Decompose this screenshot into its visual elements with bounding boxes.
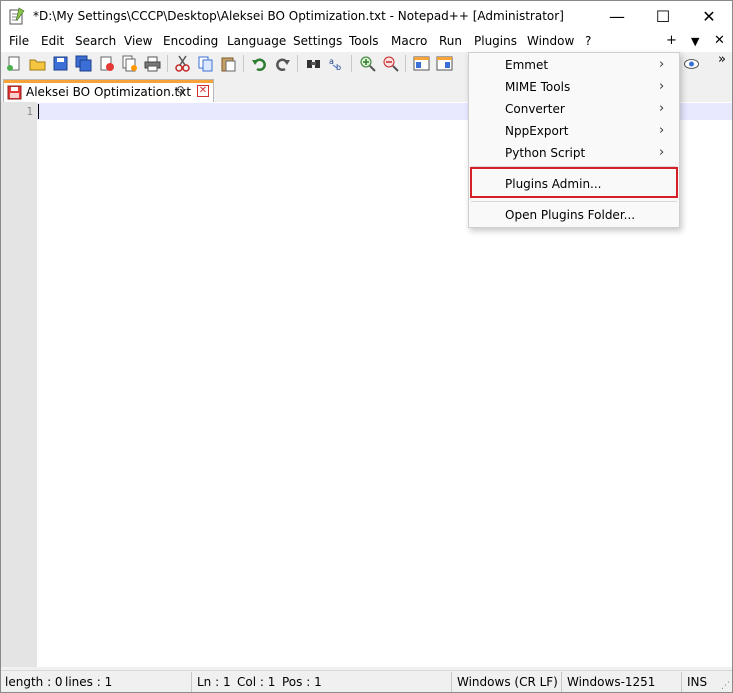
close-icon: ✕ <box>702 7 716 26</box>
eye-icon[interactable] <box>683 55 700 72</box>
menu-item-label: Python Script <box>505 146 586 160</box>
close-button[interactable]: ✕ <box>686 1 732 32</box>
toolbar-separator <box>243 55 244 72</box>
status-insert-mode[interactable]: INS <box>687 675 707 689</box>
redo-icon[interactable] <box>274 55 291 72</box>
open-file-icon[interactable] <box>29 55 46 72</box>
new-tab-plus-icon[interactable]: + <box>666 33 677 48</box>
text-caret <box>38 104 39 119</box>
zoom-out-icon[interactable] <box>382 55 399 72</box>
submenu-arrow-icon: › <box>659 145 665 160</box>
menu-search[interactable]: Search <box>74 34 117 48</box>
cut-icon[interactable] <box>174 55 191 72</box>
print-icon[interactable] <box>144 55 161 72</box>
status-lines: lines : 1 <box>65 675 113 689</box>
plugins-menu-mime-tools[interactable]: MIME Tools › <box>469 76 679 98</box>
submenu-arrow-icon: › <box>659 123 665 138</box>
maximize-icon: ☐ <box>655 7 671 26</box>
active-tab-accent <box>4 80 213 83</box>
notepadpp-window: *D:\My Settings\CCCP\Desktop\Aleksei BO … <box>0 0 733 693</box>
minimize-button[interactable]: — <box>594 1 640 32</box>
replace-icon[interactable]: ab <box>328 55 345 72</box>
menu-encoding[interactable]: Encoding <box>162 34 219 48</box>
tab-label: Aleksei BO Optimization.txt <box>26 85 192 99</box>
menu-item-label: Emmet <box>505 58 549 72</box>
save-all-icon[interactable] <box>75 55 92 72</box>
plugins-menu-dropdown: Emmet › MIME Tools › Converter › NppExpo… <box>468 52 680 228</box>
maximize-button[interactable]: ☐ <box>640 1 686 32</box>
menu-file[interactable]: File <box>8 34 30 48</box>
menu-window[interactable]: Window <box>526 34 575 48</box>
plugins-menu-nppexport[interactable]: NppExport › <box>469 120 679 142</box>
menu-item-label: Converter <box>505 102 565 116</box>
plugins-menu-converter[interactable]: Converter › <box>469 98 679 120</box>
toolbar-overflow-icon[interactable]: » <box>718 52 726 67</box>
menu-item-label: Open Plugins Folder... <box>505 208 636 222</box>
status-ln: Ln : 1 <box>197 675 231 689</box>
menu-tools[interactable]: Tools <box>348 34 380 48</box>
menu-item-label: MIME Tools <box>505 80 571 94</box>
line-number-gutter: 1 <box>1 102 37 667</box>
menu-settings[interactable]: Settings <box>292 34 343 48</box>
new-file-icon[interactable] <box>6 55 23 72</box>
close-file-icon[interactable] <box>98 55 115 72</box>
plugins-menu-open-plugins-folder[interactable]: Open Plugins Folder... <box>469 204 679 226</box>
menu-macro[interactable]: Macro <box>390 34 428 48</box>
unsaved-file-icon <box>7 85 22 100</box>
status-separator <box>451 672 452 692</box>
menu-view[interactable]: View <box>123 34 153 48</box>
submenu-arrow-icon: › <box>659 101 665 116</box>
sync-vertical-icon[interactable] <box>413 55 430 72</box>
menu-separator <box>471 201 677 202</box>
tab-close-icon[interactable]: ✕ <box>197 85 209 97</box>
menu-language[interactable]: Language <box>226 34 287 48</box>
status-pos: Pos : 1 <box>282 675 322 689</box>
status-col: Col : 1 <box>237 675 276 689</box>
save-icon[interactable] <box>52 55 69 72</box>
menu-bar: File Edit Search View Encoding Language … <box>1 32 732 52</box>
close-doc-icon[interactable]: ✕ <box>714 33 725 48</box>
notepad-app-icon <box>9 7 25 25</box>
status-separator <box>191 672 192 692</box>
toolbar-separator <box>297 55 298 72</box>
plugins-menu-plugins-admin[interactable]: Plugins Admin... <box>469 173 679 195</box>
tab-list-arrow-icon[interactable]: ▼ <box>691 35 699 48</box>
paste-icon[interactable] <box>220 55 237 72</box>
svg-text:a: a <box>329 57 334 66</box>
zoom-in-icon[interactable] <box>359 55 376 72</box>
menu-edit[interactable]: Edit <box>40 34 65 48</box>
toolbar-separator <box>351 55 352 72</box>
plugins-menu-emmet[interactable]: Emmet › <box>469 54 679 76</box>
submenu-arrow-icon: › <box>659 79 665 94</box>
status-bar: length : 0 lines : 1 Ln : 1 Col : 1 Pos … <box>1 670 732 692</box>
sync-horizontal-icon[interactable] <box>436 55 453 72</box>
status-length: length : 0 <box>5 675 63 689</box>
menu-help[interactable]: ? <box>584 34 592 48</box>
line-number: 1 <box>26 105 33 118</box>
minimize-icon: — <box>609 7 625 26</box>
window-title: *D:\My Settings\CCCP\Desktop\Aleksei BO … <box>33 9 564 23</box>
status-separator <box>681 672 682 692</box>
plugins-menu-python-script[interactable]: Python Script › <box>469 142 679 164</box>
close-all-icon[interactable] <box>121 55 138 72</box>
submenu-arrow-icon: › <box>659 57 665 72</box>
menu-plugins[interactable]: Plugins <box>473 34 518 48</box>
menu-item-label: Plugins Admin... <box>505 177 602 191</box>
document-tab[interactable]: Aleksei BO Optimization.txt ⚲ ✕ <box>3 79 214 102</box>
copy-icon[interactable] <box>197 55 214 72</box>
status-eol[interactable]: Windows (CR LF) <box>457 675 558 689</box>
menu-run[interactable]: Run <box>438 34 463 48</box>
find-icon[interactable] <box>305 55 322 72</box>
status-separator <box>561 672 562 692</box>
undo-icon[interactable] <box>251 55 268 72</box>
menu-item-label: NppExport <box>505 124 569 138</box>
pin-icon[interactable]: ⚲ <box>176 84 185 98</box>
resize-grip-icon[interactable]: ⋰ <box>721 681 730 691</box>
toolbar-separator <box>405 55 406 72</box>
status-encoding[interactable]: Windows-1251 <box>567 675 655 689</box>
toolbar-separator <box>167 55 168 72</box>
title-bar[interactable]: *D:\My Settings\CCCP\Desktop\Aleksei BO … <box>1 1 732 32</box>
